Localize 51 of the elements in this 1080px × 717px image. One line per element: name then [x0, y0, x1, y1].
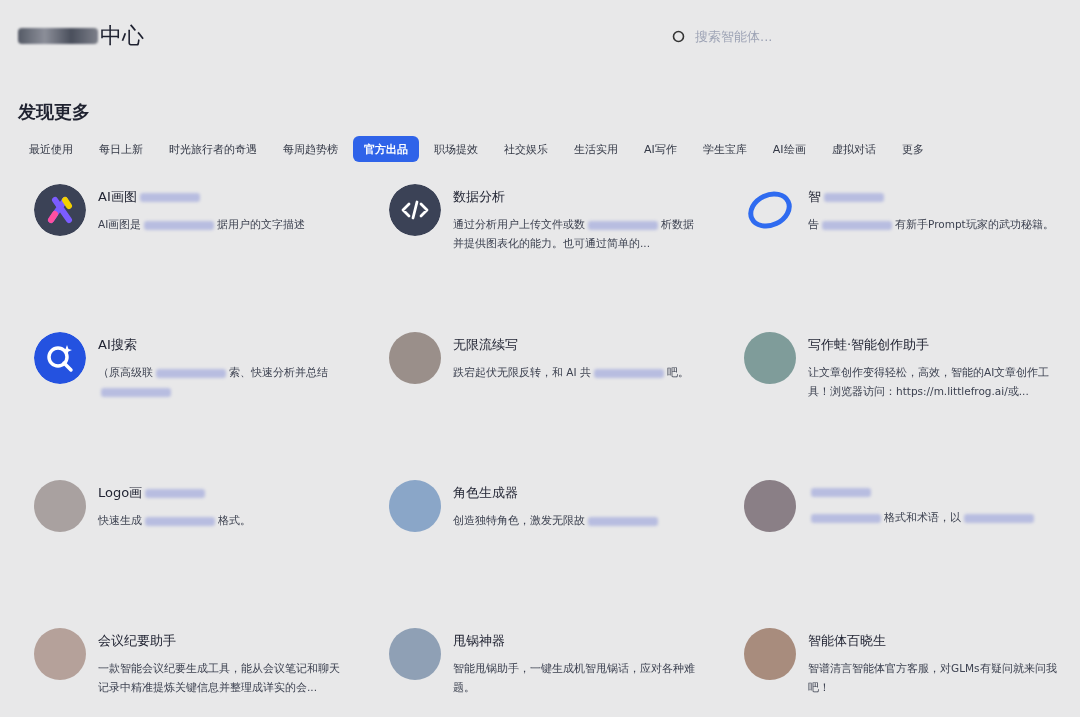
agent-description: 让文章创作变得轻松，高效，智能的AI文章创作工具！浏览器访问：https://m.littlefrog.ai/或...	[808, 365, 1051, 399]
category-tab[interactable]: 生活实用	[563, 136, 629, 162]
avatar-photo-placeholder	[744, 480, 796, 532]
category-tab[interactable]: 每日上新	[88, 136, 154, 162]
agent-description: 创造独特角色，激发无限故	[453, 511, 703, 530]
agent-logo-icon	[34, 184, 86, 236]
agent-description: 快速生成 格式。	[98, 513, 252, 528]
search-icon	[672, 29, 685, 43]
category-tab[interactable]: 最近使用	[18, 136, 84, 162]
agent-description: AI画图是 据用户的文字描述	[98, 217, 307, 232]
avatar-photo-placeholder	[744, 628, 796, 680]
category-tab[interactable]: 社交娱乐	[493, 136, 559, 162]
agent-description: 格式和术语，以	[808, 508, 1058, 527]
agent-description: 告 有新手Prompt玩家的武功秘籍。	[808, 217, 1055, 232]
avatar-photo-placeholder	[744, 332, 796, 384]
avatar-photo-placeholder	[389, 480, 441, 532]
search-sparkle-icon	[34, 332, 86, 384]
agent-description: 通过分析用户上传文件或数 析数据并提供图表化的能力。也可通过简单的...	[453, 217, 695, 251]
avatar-photo-placeholder	[389, 332, 441, 384]
agent-title: 写作蛙·智能创作助手	[808, 336, 930, 354]
agent-title: 数据分析	[453, 188, 505, 206]
category-tab[interactable]: 更多	[890, 136, 935, 162]
search-field[interactable]: 搜索智能体...	[693, 27, 867, 45]
agent-title: 智能体百晓生	[808, 632, 886, 650]
category-tab[interactable]: 学生宝库	[691, 136, 758, 162]
category-tab[interactable]: 每周趋势榜	[272, 136, 349, 162]
agent-description: （原高级联 索、快速分析并总结	[98, 363, 348, 401]
agent-title: 会议纪要助手	[98, 632, 176, 650]
category-tab[interactable]: 时光旅行者的奇遇	[158, 136, 268, 162]
agent-title: AI画图	[98, 188, 203, 206]
agent-title: AI搜索	[98, 336, 137, 354]
agent-title: 无限流续写	[453, 336, 518, 354]
section-title: 发现更多	[18, 100, 91, 124]
category-tab[interactable]: AI写作	[633, 136, 688, 162]
agent-title: 智	[808, 188, 887, 206]
agent-title: Logo画	[98, 484, 209, 502]
agent-description: 智能甩锅助手，一键生成机智甩锅话，应对各种难题。	[453, 661, 696, 695]
category-tab[interactable]: 虚拟对话	[820, 136, 887, 162]
agent-title: 角色生成器	[453, 484, 518, 502]
logo-text: 中心	[100, 22, 144, 50]
category-tab[interactable]: 职场提效	[423, 136, 489, 162]
category-tab[interactable]: AI绘画	[761, 136, 817, 162]
agent-title: 甩锅神器	[453, 632, 505, 650]
code-icon	[389, 184, 441, 236]
avatar-photo-placeholder	[34, 628, 86, 680]
agent-description: 跌宕起伏无限反转，和 AI 共 吧。	[453, 365, 690, 380]
agent-description: 智谱清言智能体官方客服，对GLMs有疑问就来问我吧！	[808, 661, 1058, 695]
avatar-photo-placeholder	[34, 480, 86, 532]
category-tab[interactable]: 官方出品	[353, 136, 419, 162]
avatar-photo-placeholder	[389, 628, 441, 680]
agent-description: 一款智能会议纪要生成工具，能从会议笔记和聊天记录中精准提炼关键信息并整理成详实的会...	[98, 661, 341, 695]
